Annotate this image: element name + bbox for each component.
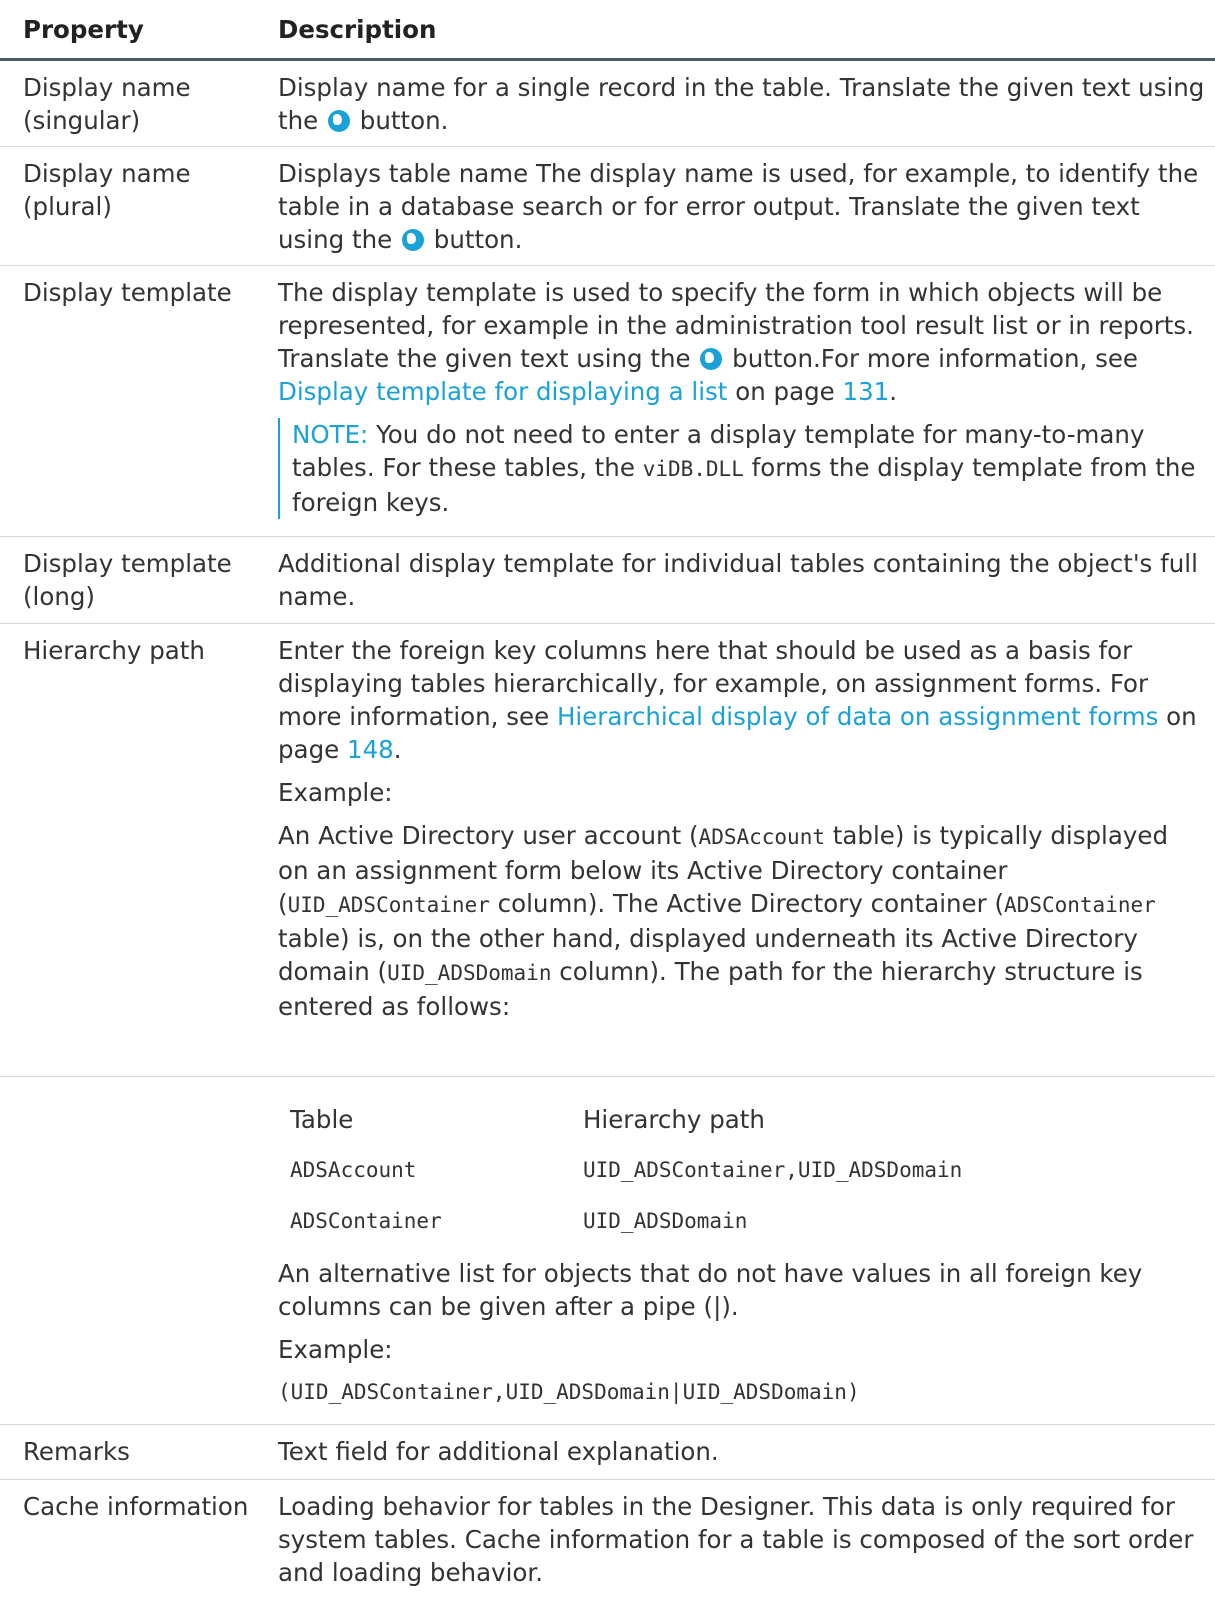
property-cell: Display name (plural) (23, 159, 191, 221)
example-label: Example: (278, 1335, 393, 1364)
row-display-template-long: Display template (long) Additional displ… (0, 537, 1215, 624)
description-cell: Table Hierarchy path ADSAccount UID_ADSC… (278, 1103, 1215, 1417)
code-uid-adsdomain: UID_ADSDomain (387, 961, 552, 985)
table-header: Property Description (0, 0, 1215, 61)
description-cell: The display template is used to specify … (278, 266, 1215, 537)
row-hierarchy-path: Hierarchy path Enter the foreign key col… (0, 624, 1215, 1077)
display-template-link[interactable]: Display template for displaying a list (278, 377, 727, 406)
row-remarks: Remarks Text field for additional explan… (0, 1425, 1215, 1480)
code-adsaccount: ADSAccount (698, 825, 825, 849)
row-display-name-plural: Display name (plural) Displays table nam… (0, 147, 1215, 266)
page-link-131[interactable]: 131 (843, 377, 890, 406)
description-cell: Display name for a single record in the … (278, 73, 1205, 135)
globe-icon (700, 348, 723, 370)
properties-table: Property Description Display name (singu… (0, 0, 1215, 1610)
inner-table-row: ADSAccount UID_ADSContainer,UID_ADSDomai… (290, 1158, 963, 1182)
description-cell: Additional display template for individu… (278, 549, 1198, 611)
row-hierarchy-path-continued: Table Hierarchy path ADSAccount UID_ADSC… (0, 1103, 1215, 1425)
property-cell: Remarks (23, 1437, 130, 1466)
page-link-148[interactable]: 148 (347, 735, 394, 764)
property-cell: Display template (23, 278, 232, 307)
property-cell: Hierarchy path (23, 636, 205, 665)
description-cell: Loading behavior for tables in the Desig… (278, 1492, 1194, 1587)
inner-table-header: Table Hierarchy path (290, 1105, 765, 1134)
row-display-template: Display template The display template is… (0, 266, 1215, 537)
property-cell: Cache information (23, 1492, 249, 1521)
description-cell: Enter the foreign key columns here that … (278, 624, 1215, 1031)
hierarchy-example-table: Table Hierarchy path ADSAccount UID_ADSC… (290, 1103, 1205, 1233)
code-vidb-dll: viDB.DLL (642, 457, 744, 481)
property-cell: Display template (long) (23, 549, 232, 611)
row-cache-information: Cache information Loading behavior for t… (0, 1480, 1215, 1610)
code-adscontainer: ADSContainer (1004, 893, 1156, 917)
code-uid-adscontainer: UID_ADSContainer (287, 893, 490, 917)
example-code: (UID_ADSContainer,UID_ADSDomain|UID_ADSD… (278, 1380, 860, 1404)
description-cell: Displays table name The display name is … (278, 159, 1199, 254)
description-cell: Text field for additional explanation. (278, 1437, 719, 1466)
note-label: NOTE: (292, 420, 369, 449)
header-description: Description (278, 15, 437, 44)
property-cell: Display name (singular) (23, 73, 191, 135)
hierarchical-display-link[interactable]: Hierarchical display of data on assignme… (557, 702, 1158, 731)
globe-icon (328, 110, 351, 132)
globe-icon (401, 229, 424, 251)
alternative-list-text: An alternative list for objects that do … (278, 1259, 1143, 1321)
inner-table-row: ADSContainer UID_ADSDomain (290, 1209, 748, 1233)
example-label: Example: (278, 778, 393, 807)
note-callout: NOTE: You do not need to enter a display… (278, 418, 1205, 519)
row-display-name-singular: Display name (singular) Display name for… (0, 61, 1215, 147)
header-property: Property (23, 15, 144, 44)
